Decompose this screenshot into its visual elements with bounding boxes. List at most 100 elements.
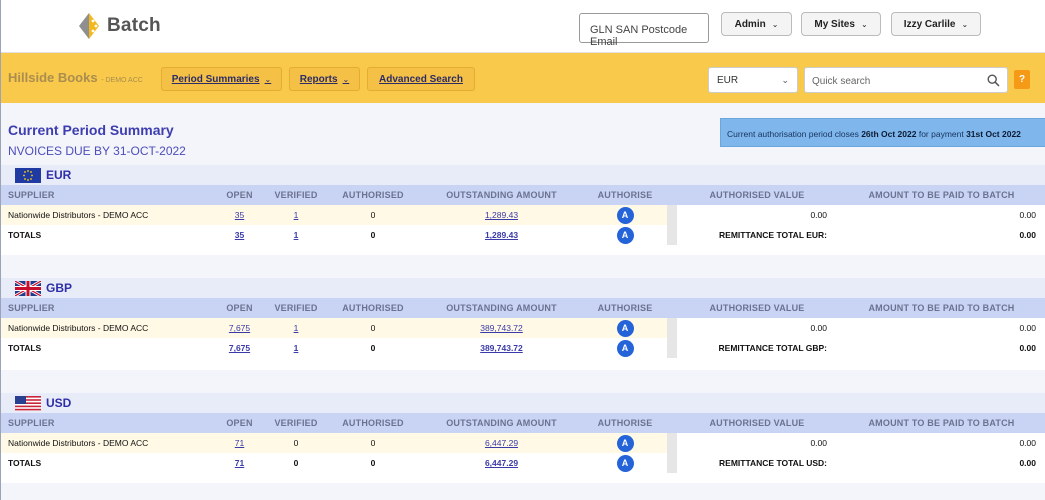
outstanding-cell: 1,289.43 [420,205,583,225]
col-verified: VERIFIED [266,298,326,318]
authorised-amount: 0.00 [677,318,837,338]
currency-code: EUR [46,168,72,182]
verified-total: 0 [266,453,326,473]
search-icon[interactable] [987,74,1000,87]
authorise-cell: A [583,453,667,473]
authorise-button[interactable]: A [616,434,634,452]
user-label: Izzy Carlile [903,18,956,30]
outstanding-total-link[interactable]: 1,289.43 [485,230,518,240]
reports-label: Reports [299,73,338,85]
supplier-name: Nationwide Distributors - DEMO ACC [1,318,213,338]
col-verified: VERIFIED [266,413,326,433]
notice-prefix: Current authorisation period closes [727,129,862,139]
outstanding-link[interactable]: 389,743.72 [480,323,523,333]
table-row: Nationwide Distributors - DEMO ACC 71 0 … [1,433,1045,453]
authorise-button[interactable]: A [616,206,634,224]
advanced-search-label: Advanced Search [379,73,463,85]
authorise-all-button[interactable]: A [616,454,634,472]
authorised-amount: 0.00 [677,433,837,453]
authorise-button[interactable]: A [616,319,634,337]
currency-section-gbp: GBP SUPPLIER OPEN VERIFIED AUTHORISED OU… [1,278,1045,370]
open-cell: 7,675 [213,338,266,358]
open-link[interactable]: 71 [235,438,244,448]
col-authorised-value: AUTHORISED VALUE [677,298,837,318]
outstanding-link[interactable]: 6,447.29 [485,438,518,448]
col-authorised: AUTHORISED [326,298,420,318]
table-header-row: SUPPLIER OPEN VERIFIED AUTHORISED OUTSTA… [1,298,1045,318]
col-open: OPEN [213,413,266,433]
authorise-all-button[interactable]: A [616,339,634,357]
authorise-all-button[interactable]: A [616,226,634,244]
col-open: OPEN [213,298,266,318]
outstanding-cell: 389,743.72 [420,318,583,338]
authorised-total: 0 [326,453,420,473]
currency-select[interactable]: EUR ⌄ [708,67,798,93]
open-cell: 35 [213,205,266,225]
authorised-value: 0 [326,205,420,225]
admin-menu-button[interactable]: Admin ⌄ [721,12,792,36]
account-name[interactable]: Hillside Books - DEMO ACC [8,70,143,85]
remittance-total: 0.00 [837,225,1045,245]
top-header: Batch GLN SAN Postcode Email Admin ⌄ My S… [1,0,1045,53]
reports-menu[interactable]: Reports ⌄ [289,67,360,91]
col-authorised-value: AUTHORISED VALUE [677,185,837,205]
my-sites-menu-button[interactable]: My Sites ⌄ [801,12,881,36]
chevron-down-icon: ⌄ [860,19,868,29]
open-total-link[interactable]: 7,675 [229,343,250,353]
col-spacer [667,413,677,433]
totals-label: TOTALS [1,453,213,473]
chevron-down-icon: ⌄ [342,74,350,84]
currency-header: GBP [1,278,1045,298]
remittance-label: REMITTANCE TOTAL EUR: [677,225,837,245]
eu-flag-icon [15,167,41,183]
authorised-value: 0 [326,433,420,453]
period-summaries-menu[interactable]: Period Summaries ⌄ [161,67,282,91]
verified-cell: 1 [266,318,326,338]
outstanding-link[interactable]: 1,289.43 [485,210,518,220]
verified-total-link[interactable]: 1 [294,230,299,240]
advanced-search-link[interactable]: Advanced Search [367,67,475,91]
notice-middle: for payment [916,129,967,139]
open-cell: 35 [213,225,266,245]
chevron-down-icon: ⌄ [771,19,779,29]
quick-search-input[interactable]: Quick search [804,67,1008,93]
user-menu-button[interactable]: Izzy Carlile ⌄ [891,12,981,36]
help-button[interactable]: ? [1014,70,1030,89]
my-sites-label: My Sites [814,18,855,30]
remittance-label: REMITTANCE TOTAL USD: [677,453,837,473]
open-link[interactable]: 35 [235,210,244,220]
batch-logo[interactable]: Batch [79,10,161,42]
table-header-row: SUPPLIER OPEN VERIFIED AUTHORISED OUTSTA… [1,413,1045,433]
currency-section-eur: EUR SUPPLIER OPEN VERIFIED AUTHORISED OU… [1,165,1045,255]
authorise-cell: A [583,225,667,245]
open-cell: 71 [213,453,266,473]
col-authorised: AUTHORISED [326,413,420,433]
period-summaries-label: Period Summaries [171,73,260,85]
col-amount-to-batch: AMOUNT TO BE PAID TO BATCH [837,298,1045,318]
outstanding-total-link[interactable]: 389,743.72 [480,343,523,353]
col-amount-to-batch: AMOUNT TO BE PAID TO BATCH [837,413,1045,433]
to-batch-amount: 0.00 [837,318,1045,338]
outstanding-cell: 6,447.29 [420,433,583,453]
col-open: OPEN [213,185,266,205]
col-outstanding: OUTSTANDING AMOUNT [420,298,583,318]
authorise-cell: A [583,205,667,225]
open-cell: 7,675 [213,318,266,338]
verified-value: 0 [266,433,326,453]
col-outstanding: OUTSTANDING AMOUNT [420,185,583,205]
authorised-amount: 0.00 [677,205,837,225]
col-authorise: AUTHORISE [583,413,667,433]
open-link[interactable]: 7,675 [229,323,250,333]
verified-link[interactable]: 1 [294,323,299,333]
remittance-label: REMITTANCE TOTAL GBP: [677,338,837,358]
supplier-name: Nationwide Distributors - DEMO ACC [1,205,213,225]
us-flag-icon [15,395,41,411]
outstanding-total-link[interactable]: 6,447.29 [485,458,518,468]
verified-total-link[interactable]: 1 [294,343,299,353]
col-authorise: AUTHORISE [583,185,667,205]
verified-link[interactable]: 1 [294,210,299,220]
gln-search-input[interactable]: GLN SAN Postcode Email [579,13,709,48]
open-total-link[interactable]: 35 [235,230,244,240]
authorise-cell: A [583,338,667,358]
open-total-link[interactable]: 71 [235,458,244,468]
